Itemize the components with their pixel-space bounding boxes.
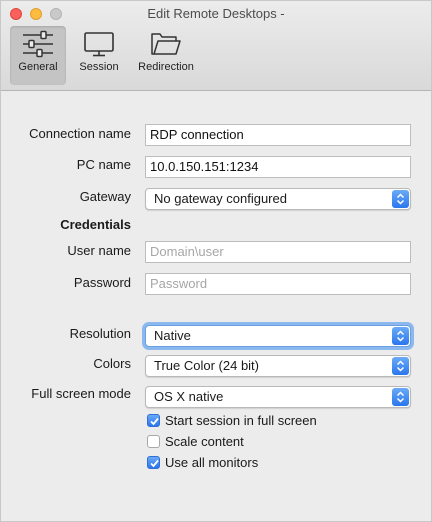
colors-value: True Color (24 bit) — [154, 358, 259, 373]
connection-name-label: Connection name — [29, 126, 131, 141]
resolution-label: Resolution — [69, 326, 131, 341]
pc-name-field[interactable]: 10.0.150.151:1234 — [145, 156, 411, 178]
tab-redirection[interactable]: Redirection — [133, 26, 199, 85]
monitor-icon — [84, 32, 114, 57]
scale-content-checkbox-row[interactable]: Scale content — [147, 433, 244, 449]
start-full-screen-checkbox-row[interactable]: Start session in full screen — [147, 412, 317, 428]
user-name-label: User name — [67, 243, 131, 258]
resolution-select[interactable]: Native — [145, 325, 411, 347]
tab-general-label: General — [18, 61, 58, 73]
use-all-monitors-label: Use all monitors — [165, 454, 259, 470]
start-full-screen-label: Start session in full screen — [165, 412, 317, 428]
resolution-value: Native — [154, 328, 191, 343]
checkmark-icon — [150, 417, 159, 425]
gateway-value: No gateway configured — [154, 191, 287, 206]
full-screen-mode-value: OS X native — [154, 389, 224, 404]
use-all-monitors-checkbox-row[interactable]: Use all monitors — [147, 454, 258, 470]
chevron-updown-icon — [392, 357, 409, 375]
gateway-select[interactable]: No gateway configured — [145, 188, 411, 210]
folder-icon — [151, 33, 181, 55]
password-field[interactable]: Password — [145, 273, 411, 295]
password-label: Password — [73, 275, 131, 290]
sliders-icon — [23, 30, 53, 58]
use-all-monitors-checkbox[interactable] — [147, 455, 160, 469]
gateway-label: Gateway — [79, 189, 131, 204]
tab-session-label: Session — [79, 61, 119, 73]
pc-name-label: PC name — [76, 157, 131, 172]
start-full-screen-checkbox[interactable] — [147, 413, 160, 427]
edit-remote-desktops-window: Edit Remote Desktops - General Session R… — [0, 0, 432, 522]
chevron-updown-icon — [392, 388, 409, 406]
connection-name-field[interactable]: RDP connection — [145, 124, 411, 146]
tab-general[interactable]: General — [10, 26, 66, 85]
full-screen-mode-label: Full screen mode — [31, 386, 131, 401]
chevron-updown-icon — [392, 327, 409, 345]
title-toolbar: Edit Remote Desktops - General Session R… — [1, 1, 431, 91]
scale-content-checkbox[interactable] — [147, 434, 160, 448]
tab-redirection-label: Redirection — [138, 61, 194, 73]
checkmark-icon — [150, 459, 159, 467]
user-name-field[interactable]: Domain\user — [145, 241, 411, 263]
window-title: Edit Remote Desktops - — [147, 6, 285, 21]
colors-label: Colors — [93, 356, 131, 371]
full-screen-mode-select[interactable]: OS X native — [145, 386, 411, 408]
tab-session[interactable]: Session — [73, 26, 125, 85]
colors-select[interactable]: True Color (24 bit) — [145, 355, 411, 377]
credentials-heading: Credentials — [60, 217, 131, 232]
chevron-updown-icon — [392, 190, 409, 208]
scale-content-label: Scale content — [165, 433, 244, 449]
